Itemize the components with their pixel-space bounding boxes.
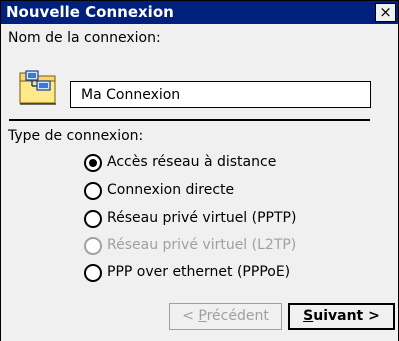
radio-button[interactable] [84,264,102,282]
connection-type-label: Type de connexion: [8,128,144,144]
connection-name-input[interactable] [70,81,371,108]
radio-label: Réseau privé virtuel (PPTP) [107,210,297,226]
section-divider [9,119,370,121]
new-connection-dialog: Nouvelle Connexion × Nom de la connexion… [0,0,399,341]
network-connection-icon [19,70,56,105]
previous-button: < Précédent [169,303,282,330]
radio-button [84,237,102,255]
previous-button-mnemonic: P [198,308,207,324]
close-icon: × [379,3,392,21]
radio-label: PPP over ethernet (PPPoE) [107,264,291,280]
radio-button[interactable] [84,210,102,228]
close-button[interactable]: × [375,3,396,22]
previous-button-rest: récédent [206,308,269,324]
radio-button[interactable] [84,182,102,200]
window-title: Nouvelle Connexion [6,3,174,21]
radio-label: Connexion directe [107,182,235,198]
next-button[interactable]: Suivant > [288,303,395,330]
next-button-mnemonic: S [303,308,314,324]
radio-button[interactable] [84,154,102,172]
previous-button-prefix: < [182,308,199,324]
next-button-rest: uivant > [313,308,380,324]
radio-label: Accès réseau à distance [107,154,277,170]
title-bar[interactable]: Nouvelle Connexion × [1,1,398,24]
radio-label: Réseau privé virtuel (L2TP) [107,237,297,253]
connection-name-label: Nom de la connexion: [8,30,161,46]
